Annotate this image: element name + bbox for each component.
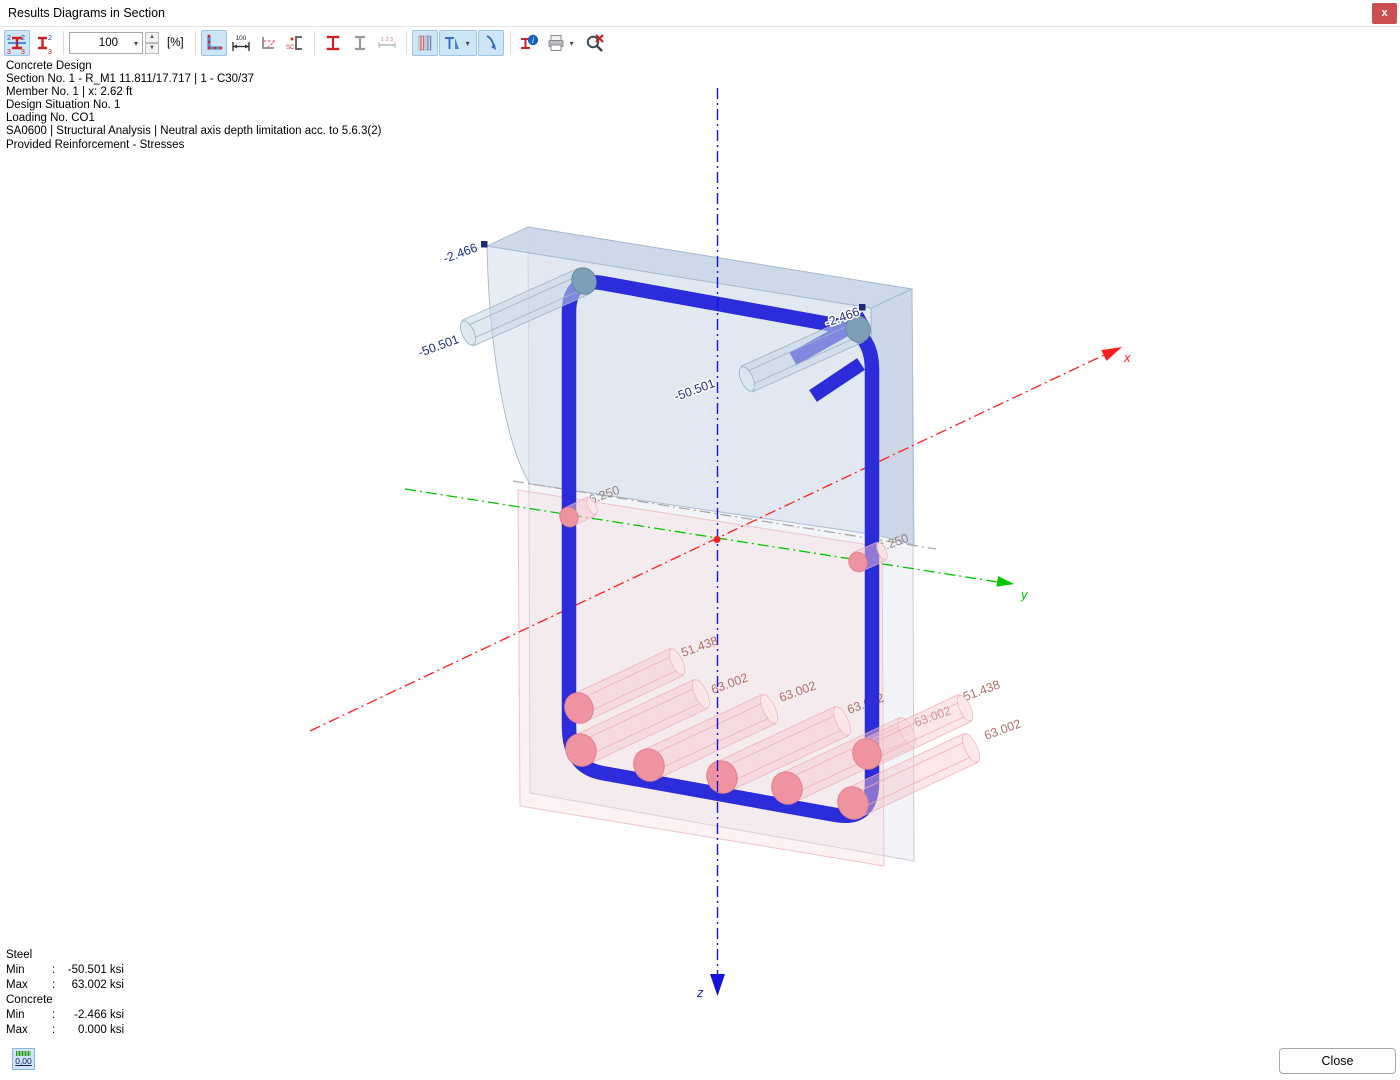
svg-text:1 2 3: 1 2 3 bbox=[381, 37, 393, 43]
chevron-down-icon: ▾ bbox=[465, 38, 470, 48]
result-values-button[interactable] bbox=[477, 30, 504, 56]
results-section2-icon: 2 3 bbox=[38, 35, 52, 54]
toolbar-separator bbox=[194, 31, 196, 55]
close-icon: x bbox=[1381, 7, 1388, 19]
close-button-label: Close bbox=[1321, 1054, 1354, 1068]
hatching-icon bbox=[418, 35, 432, 51]
colon: : bbox=[52, 979, 56, 991]
chevron-down-icon: ▾ bbox=[569, 38, 574, 48]
results-in-sections-button[interactable]: 22 33 bbox=[4, 30, 30, 56]
stress-points-button[interactable] bbox=[319, 30, 346, 56]
results-sections-icon: 22 33 bbox=[7, 35, 26, 54]
toolbar-separator bbox=[405, 31, 407, 55]
dialog-title: Results Diagrams in Section bbox=[8, 6, 166, 20]
legend-steel-max-row: Max : 63.002 ksi bbox=[6, 978, 124, 993]
section-3d-view[interactable]: 6.250 6.250 51.438 63.002 63.002 63.002 … bbox=[0, 59, 1400, 1044]
steel-max-value: 63.002 ksi bbox=[71, 979, 124, 991]
dimension-lines-icon: 100 bbox=[231, 35, 250, 51]
max-label: Max bbox=[6, 979, 28, 991]
shear-center-icon: SC bbox=[286, 36, 302, 51]
steel-stress-label: 51.438 bbox=[961, 678, 1002, 704]
concrete-min-value: -2.466 ksi bbox=[74, 1009, 124, 1021]
min-label: Min bbox=[6, 964, 25, 976]
centroid-point bbox=[713, 536, 721, 543]
print-split-button[interactable]: ▾ bbox=[542, 30, 581, 56]
section-outline-icon bbox=[207, 34, 223, 50]
results-in-section-2-button[interactable]: 2 3 bbox=[31, 30, 57, 56]
spinner-up-icon[interactable]: ▲ bbox=[145, 32, 159, 43]
section-parts-icon bbox=[354, 35, 365, 51]
toolbar-separator bbox=[313, 31, 315, 55]
legend-steel-min-row: Min : -50.501 ksi bbox=[6, 963, 124, 978]
z-axis-label: z bbox=[696, 985, 704, 1000]
scale-factor-spinner[interactable]: ▲ ▼ bbox=[145, 32, 159, 54]
toolbar-separator bbox=[509, 31, 511, 55]
numbering-icon: 1 2 3 bbox=[378, 37, 396, 48]
steel-min-value: -50.501 ksi bbox=[67, 964, 124, 976]
section-info-icon: i bbox=[520, 34, 538, 49]
hatching-display-button[interactable] bbox=[411, 30, 438, 56]
dimension-lines-button[interactable]: 100 bbox=[227, 30, 254, 56]
scale-factor-combobox[interactable]: 100 ▾ bbox=[69, 32, 143, 54]
minmax-legend: Steel Min : -50.501 ksi Max : 63.002 ksi… bbox=[6, 948, 124, 1038]
steel-stress-label: 63.002 bbox=[982, 717, 1023, 743]
scale-factor-value: 100 bbox=[98, 37, 118, 49]
steel-compression-label: -50.501 bbox=[416, 332, 461, 360]
concrete-stress-label: -2.466 bbox=[441, 241, 479, 266]
svg-text:3: 3 bbox=[7, 49, 11, 54]
chevron-down-icon: ▾ bbox=[133, 38, 138, 48]
close-button[interactable]: Close bbox=[1279, 1048, 1396, 1074]
svg-text:i: i bbox=[532, 36, 534, 45]
diagram-type-split-button[interactable]: ▾ bbox=[438, 30, 477, 56]
min-label: Min bbox=[6, 1009, 25, 1021]
svg-text:100: 100 bbox=[235, 35, 246, 42]
zoom-cancel-icon bbox=[586, 34, 604, 52]
svg-text:SC: SC bbox=[286, 45, 295, 51]
percent-unit-label: [%] bbox=[167, 37, 184, 49]
section-axes-button[interactable] bbox=[254, 30, 281, 56]
colon: : bbox=[52, 964, 56, 976]
section-axes-icon bbox=[261, 37, 275, 49]
max-label: Max bbox=[6, 1024, 28, 1036]
svg-text:2: 2 bbox=[48, 35, 52, 42]
section-info-button[interactable]: i bbox=[515, 30, 542, 56]
result-values-icon bbox=[486, 35, 496, 50]
section-parts-button[interactable] bbox=[346, 30, 373, 56]
diagram-type-icon bbox=[444, 37, 459, 49]
colon: : bbox=[52, 1024, 56, 1036]
toolbar-separator bbox=[63, 31, 64, 55]
z-axis-arrow-icon bbox=[710, 974, 725, 996]
toolbar: 22 33 2 3 100 ▾ ▲ ▼ [%] 100 SC 1 2 3 ▾ i… bbox=[0, 27, 1400, 59]
decimal-places-button[interactable]: 0,00 bbox=[12, 1048, 35, 1070]
decimal-format-label: 0,00 bbox=[15, 1056, 32, 1066]
y-axis-label: y bbox=[1020, 587, 1029, 602]
section-outline-button[interactable] bbox=[200, 30, 227, 56]
colon: : bbox=[52, 1009, 56, 1021]
legend-concrete-min-row: Min : -2.466 ksi bbox=[6, 1008, 124, 1023]
cancel-zoom-button[interactable] bbox=[581, 30, 608, 56]
svg-text:2: 2 bbox=[7, 35, 11, 42]
x-axis-label: x bbox=[1123, 350, 1131, 365]
svg-text:3: 3 bbox=[48, 49, 52, 54]
window-close-button[interactable]: x bbox=[1372, 3, 1397, 24]
numbering-button[interactable]: 1 2 3 bbox=[373, 30, 400, 56]
svg-text:3: 3 bbox=[21, 49, 25, 54]
x-axis-arrow-icon bbox=[1101, 347, 1122, 361]
printer-icon bbox=[548, 35, 564, 51]
stress-points-icon bbox=[326, 35, 340, 51]
spinner-down-icon[interactable]: ▼ bbox=[145, 43, 159, 54]
y-axis-arrow-icon bbox=[996, 576, 1014, 587]
legend-concrete-title: Concrete bbox=[6, 994, 53, 1006]
legend-concrete-max-row: Max : 0.000 ksi bbox=[6, 1023, 124, 1038]
shear-center-button[interactable]: SC bbox=[281, 30, 308, 56]
concrete-max-value: 0.000 ksi bbox=[77, 1024, 124, 1036]
legend-steel-title: Steel bbox=[6, 949, 33, 961]
dialog-title-bar: Results Diagrams in Section x bbox=[0, 0, 1400, 27]
